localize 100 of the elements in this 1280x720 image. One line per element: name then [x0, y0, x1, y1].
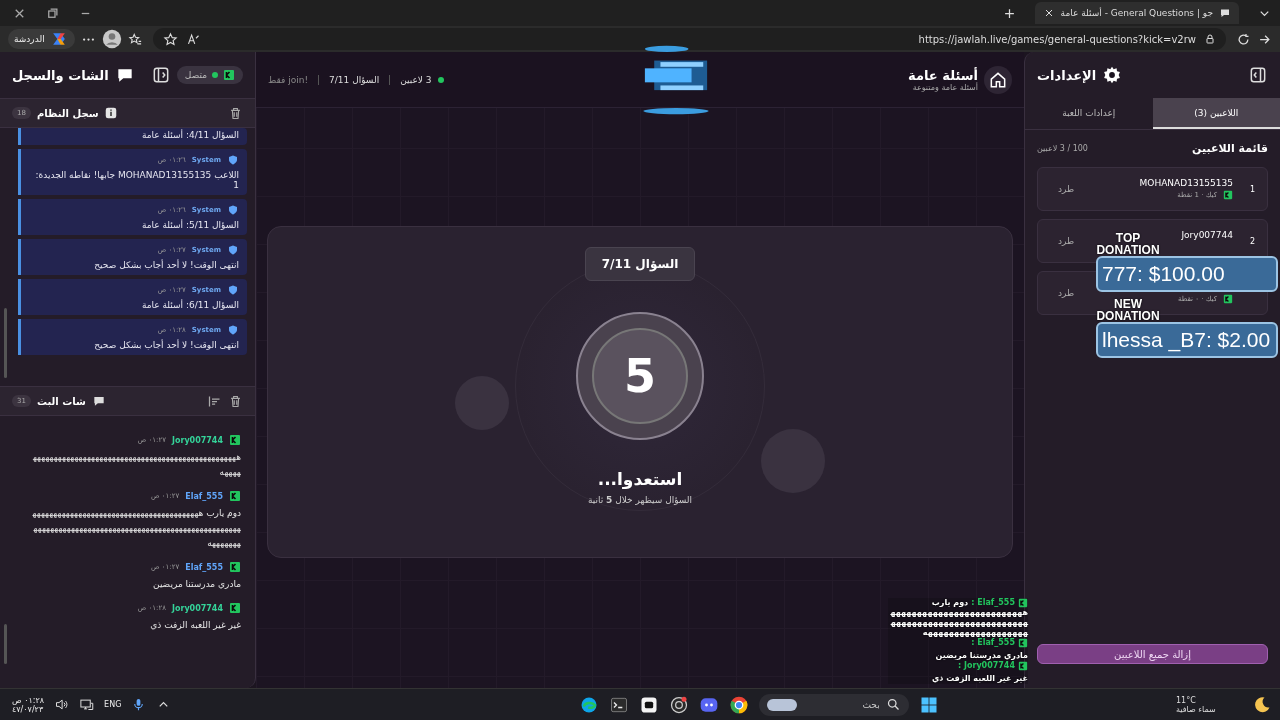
overlay-message: مادري مدرستنا مريضين: [935, 651, 1028, 661]
message-text: ههههههههههههههههههههههههههههههههههههههههههههههههههههههه: [31, 451, 241, 479]
username: Jory007744: [171, 603, 223, 613]
section-title: شات البث: [36, 395, 86, 407]
question-badge: السؤال 7/11: [584, 247, 696, 281]
overlay-message: هههههههههههههههههههههههههههههههههههههههههههههههههههههههههههههههههههههههه: [889, 608, 1028, 638]
remove-all-button[interactable]: إزالة جميع اللاعبين: [1037, 644, 1268, 664]
settings-icon: [1102, 65, 1123, 85]
countdown-number: 5: [592, 328, 688, 424]
copilot-button[interactable]: الدردشة: [8, 29, 75, 49]
chrome-icon[interactable]: [728, 694, 749, 715]
status-label: متصل: [184, 70, 207, 80]
trash-icon[interactable]: [228, 393, 243, 409]
shield-icon: [227, 284, 239, 296]
online-dot: [437, 76, 444, 83]
overlay-username: Elaf_555 :: [971, 598, 1015, 608]
shield-icon: [227, 324, 239, 336]
overlay-message: دوم يارب: [931, 598, 969, 608]
section-title: سجل النظام: [36, 107, 99, 119]
message-text: اللاعب MOHANAD13155135 جابها! نقاطه الجديدة: 1: [34, 170, 239, 190]
panel-title: الإعدادات: [1037, 67, 1097, 83]
favorites-icon[interactable]: [127, 31, 143, 47]
network-icon[interactable]: [79, 697, 95, 712]
message-text: انتهى الوقت! لا أحد أجاب بشكل صحيح: [93, 260, 239, 270]
search-icon: [885, 697, 901, 712]
site-icon: [1219, 7, 1231, 19]
read-aloud-icon[interactable]: [185, 31, 201, 47]
player-count: 100 / 3 لاعبين: [1037, 144, 1088, 153]
player-name: Jory007744: [1181, 230, 1233, 242]
shield-icon: [227, 154, 239, 166]
moon-icon[interactable]: [1252, 694, 1272, 715]
search-field[interactable]: بحث: [758, 693, 909, 716]
search-placeholder: بحث: [862, 699, 880, 710]
donation-amount: lhessa _B7: $2.00: [1096, 322, 1278, 358]
clock-date[interactable]: ٤٧/٠٧/٢٣: [12, 704, 44, 714]
overlay-message: غير غير اللعبه الزفت ذي: [931, 674, 1028, 684]
game-title: أسئلة عامة: [908, 67, 978, 83]
kick-icon: [1018, 638, 1028, 648]
join-hint: !join فقط: [268, 74, 309, 85]
reload-icon[interactable]: [1236, 31, 1251, 47]
address-bar[interactable]: https://jawlah.live/games/general-questions?kick=v2rw: [152, 28, 1226, 50]
player-count: 3 لاعبين: [400, 74, 432, 85]
overlay-username: Elaf_555 :: [971, 638, 1015, 648]
kick-icon: [229, 490, 241, 502]
restore-icon[interactable]: [45, 5, 60, 21]
chat-icon: [91, 394, 106, 408]
kick-button[interactable]: طرد: [1050, 180, 1083, 198]
camera-icon[interactable]: [668, 694, 689, 715]
kick-icon: [1223, 294, 1233, 304]
kick-button[interactable]: طرد: [1050, 232, 1083, 250]
player-rank: 2: [1248, 236, 1255, 246]
message-text: انتهى الوقت! لا أحد أجاب بشكل صحيح: [93, 340, 239, 350]
status-dot: [212, 72, 218, 78]
kick-icon: [229, 602, 241, 614]
message-text: غير غير اللعبه الزفت ذي: [149, 619, 241, 632]
message-text: السؤال 4/11: أسئلة عامة: [140, 130, 239, 140]
donation-label: TOP DONATION: [1095, 232, 1161, 256]
info-icon: [104, 106, 119, 120]
shield-icon: [227, 204, 239, 216]
home-button[interactable]: [984, 65, 1012, 94]
copilot-label[interactable]: الدردشة: [14, 34, 45, 44]
donation-amount: 777: $100.00: [1096, 256, 1278, 292]
kick-button[interactable]: طرد: [1050, 284, 1083, 302]
username: Elaf_555: [185, 491, 223, 501]
panel-title: الشات والسجل: [12, 67, 109, 83]
kick-icon: [223, 69, 235, 81]
message-text: دوم يارب ههههههههههههههههههههههههههههههههههههههههههههههههههههههههههههههههههههههههههههههههههههههههههههههههههه: [31, 507, 241, 550]
kick-icon: [229, 561, 241, 573]
overlay-username: Jory007744 :: [958, 661, 1015, 671]
browser-tab[interactable]: أسئلة عامة - General Questions | جو: [1034, 2, 1239, 24]
temperature[interactable]: 11°C: [1176, 695, 1196, 705]
language-indicator[interactable]: ENG: [104, 700, 122, 709]
question-counter: السؤال 7/11: [329, 74, 380, 85]
clock-time[interactable]: ٠١:٢٨ ص: [12, 695, 45, 705]
weather-text[interactable]: سماء صافية: [1176, 704, 1216, 714]
profile-icon[interactable]: [101, 29, 122, 49]
list-title: قائمة اللاعبين: [1192, 142, 1268, 155]
tab[interactable]: اللاعبين (3): [1152, 98, 1280, 129]
username: Elaf_555: [185, 562, 223, 572]
ready-title: استعدوا...: [597, 469, 683, 489]
player-rank: 1: [1248, 184, 1255, 194]
tab[interactable]: إعدادات اللعبة: [1025, 98, 1153, 129]
cloud-icon: [766, 698, 797, 711]
lock-icon[interactable]: [1204, 33, 1216, 45]
tab-title[interactable]: أسئلة عامة - General Questions | جو: [1060, 8, 1213, 18]
kick-icon: [1223, 190, 1233, 200]
username: Jory007744: [171, 435, 223, 445]
message-text: السؤال 5/11: أسئلة عامة: [140, 220, 239, 230]
star-icon[interactable]: [162, 31, 178, 47]
kick-icon: [229, 434, 241, 446]
player-name: MOHANAD13155135: [1139, 178, 1233, 190]
url-text[interactable]: https://jawlah.live/games/general-questions?kick=v2rw: [918, 33, 1196, 45]
message-text: السؤال 6/11: أسئلة عامة: [140, 300, 239, 310]
donation-label: NEW DONATION: [1095, 298, 1161, 322]
speaker-icon[interactable]: [54, 697, 70, 712]
collapse-panel-icon[interactable]: [1248, 65, 1268, 85]
kick-icon: [1018, 598, 1028, 608]
trash-icon[interactable]: [228, 105, 243, 121]
message-text: مادري مدرستنا مريضين: [152, 578, 241, 591]
game-subtitle: أسئلة عامة ومتنوعة: [911, 82, 978, 92]
